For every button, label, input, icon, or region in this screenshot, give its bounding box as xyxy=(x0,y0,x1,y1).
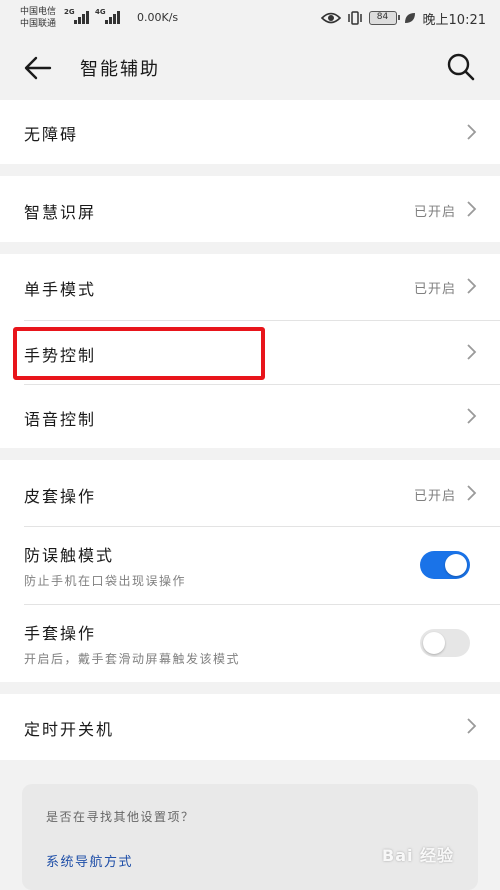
status-value: 已开启 xyxy=(413,205,456,220)
status-bar: 中国电信 中国联通 2G 4G 0.00K/s 84 晚上10:21 xyxy=(0,0,500,36)
status-icons: 84 晚上10:21 xyxy=(320,8,486,28)
page-title: 智能辅助 xyxy=(80,59,160,80)
glove-mode-row[interactable]: 手套操作 开启后，戴手套滑动屏幕触发该模式 xyxy=(0,605,500,682)
system-navigation-link[interactable]: 系统导航方式 xyxy=(46,851,133,870)
chevron-right-icon xyxy=(467,408,477,424)
group-schedule: 定时开关机 xyxy=(0,694,500,760)
row-label: 语音控制 xyxy=(24,410,97,429)
group-accessibility: 无障碍 xyxy=(0,100,500,164)
row-label: 手套操作 xyxy=(24,624,97,643)
glove-mode-toggle[interactable] xyxy=(420,629,470,657)
signal-2-icon: 4G xyxy=(95,8,123,24)
net-speed: 0.00K/s xyxy=(137,11,179,24)
row-label: 定时开关机 xyxy=(24,720,115,739)
leaf-icon xyxy=(404,13,415,23)
row-label: 防误触模式 xyxy=(24,546,115,565)
baidu-watermark: Bai 经验 xyxy=(382,846,455,865)
group-smart-screen: 智慧识屏 已开启 xyxy=(0,176,500,242)
chevron-right-icon xyxy=(467,718,477,734)
suggestion-question: 是否在寻找其他设置项？ xyxy=(46,810,195,824)
accessibility-row[interactable]: 无障碍 xyxy=(0,100,500,164)
vibrate-icon xyxy=(347,11,362,25)
suggestion-card: 是否在寻找其他设置项？ 系统导航方式 xyxy=(22,784,478,890)
highlight-annotation xyxy=(13,327,265,380)
smart-screen-row[interactable]: 智慧识屏 已开启 xyxy=(0,176,500,242)
carrier-2: 中国联通 xyxy=(20,19,57,29)
row-subtitle: 防止手机在口袋出现误操作 xyxy=(24,574,187,588)
chevron-right-icon xyxy=(467,201,477,217)
search-icon[interactable] xyxy=(446,52,476,82)
row-label: 皮套操作 xyxy=(24,487,97,506)
app-bar: 智能辅助 xyxy=(0,36,500,100)
clock: 晚上10:21 xyxy=(422,12,486,28)
eye-icon xyxy=(320,12,341,24)
pocket-mode-row[interactable]: 防误触模式 防止手机在口袋出现误操作 xyxy=(0,527,500,604)
scheduled-power-row[interactable]: 定时开关机 xyxy=(0,694,500,760)
carrier-names: 中国电信 中国联通 xyxy=(20,6,56,30)
toggle-knob xyxy=(445,554,467,576)
battery-icon: 84 xyxy=(368,11,400,25)
chevron-right-icon xyxy=(467,278,477,294)
row-label: 单手模式 xyxy=(24,280,97,299)
status-value: 已开启 xyxy=(413,282,456,297)
status-value: 已开启 xyxy=(413,489,456,504)
chevron-right-icon xyxy=(467,344,477,360)
cover-operation-row[interactable]: 皮套操作 已开启 xyxy=(0,460,500,526)
row-label: 无障碍 xyxy=(24,125,79,144)
group-protection: 皮套操作 已开启 防误触模式 防止手机在口袋出现误操作 手套操作 开启后，戴手套… xyxy=(0,460,500,682)
one-hand-mode-row[interactable]: 单手模式 已开启 xyxy=(0,254,500,320)
back-arrow-icon[interactable] xyxy=(22,52,54,84)
row-subtitle: 开启后，戴手套滑动屏幕触发该模式 xyxy=(24,652,241,666)
chevron-right-icon xyxy=(467,485,477,501)
chevron-right-icon xyxy=(467,124,477,140)
voice-control-row[interactable]: 语音控制 xyxy=(0,385,500,448)
row-label: 智慧识屏 xyxy=(24,203,97,222)
pocket-mode-toggle[interactable] xyxy=(420,551,470,579)
carrier-1: 中国电信 xyxy=(20,7,57,17)
toggle-knob xyxy=(423,632,445,654)
signal-1-icon: 2G xyxy=(64,8,90,24)
